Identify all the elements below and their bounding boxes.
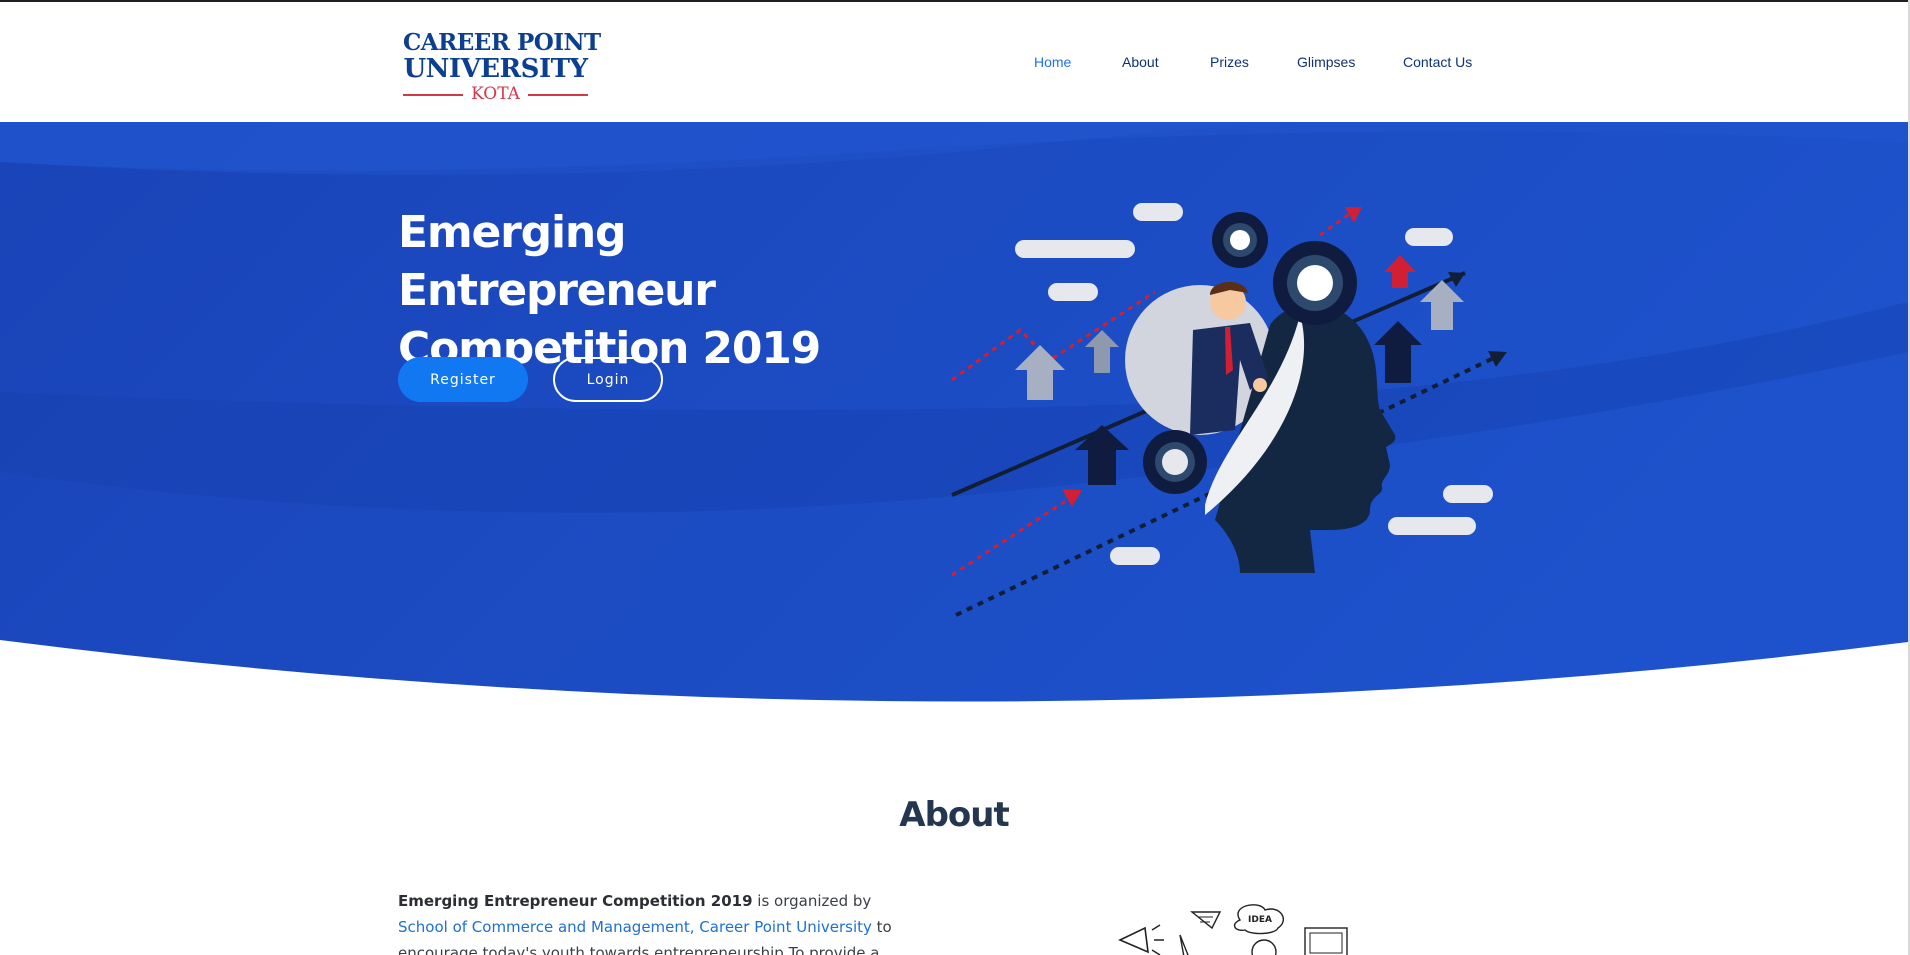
hero-section: Emerging Entrepreneur Competition 2019 R…	[0, 122, 1908, 742]
site-header: CAREER POINT UNIVERSITY KOTA Home About …	[0, 2, 1908, 122]
hero-title: Emerging Entrepreneur Competition 2019	[398, 204, 918, 378]
entrepreneur-head-gears-icon	[951, 203, 1507, 617]
about-competition-name: Emerging Entrepreneur Competition 2019	[398, 892, 753, 910]
logo-text-line3-wrap: KOTA	[403, 84, 588, 104]
register-button[interactable]: Register	[398, 357, 528, 402]
main-nav: Home About Prizes Glimpses Contact Us	[0, 54, 1908, 74]
logo-text-line1: CAREER POINT	[403, 29, 601, 56]
about-paragraph: Emerging Entrepreneur Competition 2019 i…	[398, 888, 913, 955]
nav-prizes[interactable]: Prizes	[1210, 54, 1249, 70]
about-school-link[interactable]: School of Commerce and Management, Caree…	[398, 918, 872, 936]
nav-home[interactable]: Home	[1034, 54, 1071, 70]
about-heading: About	[899, 795, 1009, 835]
login-button[interactable]: Login	[553, 357, 663, 402]
business-doodle-icon: IDEA	[1118, 904, 1348, 955]
about-text-part1: is organized by	[752, 892, 872, 910]
hero-title-line1: Emerging Entrepreneur	[398, 207, 716, 316]
nav-contact-us[interactable]: Contact Us	[1403, 54, 1472, 70]
logo-text-kota: KOTA	[471, 84, 520, 104]
svg-text:IDEA: IDEA	[1248, 915, 1272, 925]
nav-about[interactable]: About	[1122, 54, 1159, 70]
nav-glimpses[interactable]: Glimpses	[1297, 54, 1355, 70]
